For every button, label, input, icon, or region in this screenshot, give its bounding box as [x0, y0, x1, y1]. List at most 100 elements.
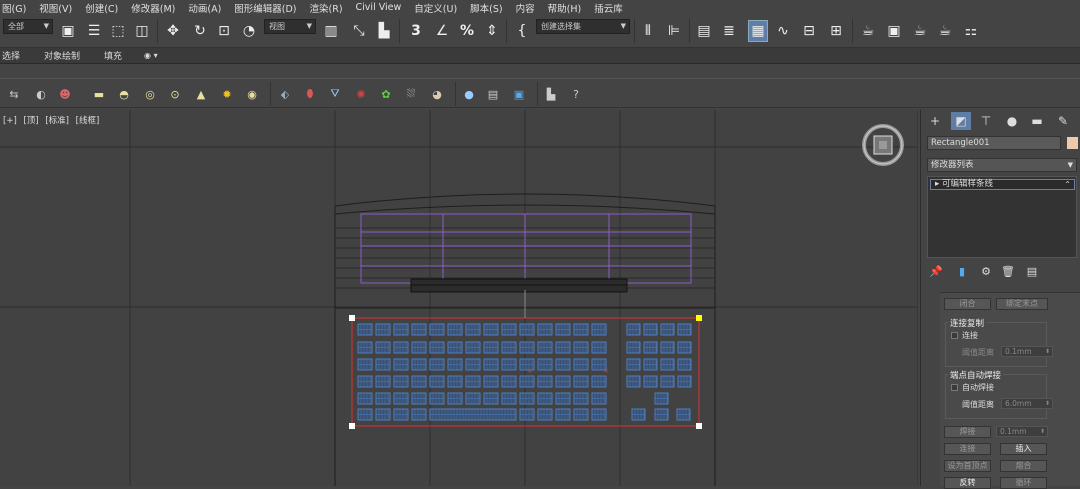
named-selection-dropdown[interactable]: 创建选择集 ▼ — [536, 19, 630, 34]
omni-light-icon[interactable]: ◉ — [244, 86, 260, 102]
menu-item[interactable]: 脚本(S) — [470, 1, 502, 15]
character-icon[interactable]: ☻ — [57, 86, 73, 102]
weld-button[interactable]: 焊接 — [944, 426, 991, 438]
scale-icon[interactable]: ⊡ — [214, 20, 234, 42]
menu-item[interactable]: 视图(V) — [39, 1, 72, 15]
menu-item[interactable]: Civil View — [356, 2, 402, 13]
material-editor-icon[interactable]: ☕ — [858, 20, 878, 42]
ribbon-tab-populate[interactable]: 填充 — [104, 49, 122, 62]
select-object-icon[interactable]: ▣ — [58, 20, 78, 42]
mirror-icon[interactable]: ⫴ — [638, 20, 658, 42]
help-icon[interactable]: ? — [568, 86, 584, 102]
curve-editor-icon[interactable]: ∿ — [773, 20, 793, 42]
modifier-list-dropdown[interactable]: 修改器列表 ▼ — [927, 158, 1077, 172]
render-frame-icon[interactable]: ☕ — [910, 20, 930, 42]
texture-icon[interactable]: ◕ — [429, 86, 445, 102]
utilities-tab-icon[interactable]: ✎ — [1053, 112, 1073, 130]
ribbon-options-icon[interactable]: ◉ ▾ — [144, 51, 158, 60]
ref-coord-dropdown[interactable]: 视图 ▼ — [264, 19, 316, 34]
connect-button[interactable]: 连接 — [944, 443, 991, 455]
mesh-icon[interactable]: ⬖ — [277, 86, 293, 102]
menu-item[interactable]: 渲染(R) — [310, 1, 343, 15]
viewport-label[interactable]: [+] [顶] [标准] [线框] — [3, 114, 103, 126]
hierarchy-tab-icon[interactable]: ⊤ — [976, 112, 996, 130]
snap-toggle-icon[interactable]: ⇆ — [6, 86, 22, 102]
move-icon[interactable]: ✥ — [163, 20, 183, 42]
eye-light-icon[interactable]: ⊙ — [167, 86, 183, 102]
menu-item[interactable]: 修改器(M) — [131, 1, 175, 15]
cycle-button[interactable]: 循环 — [1000, 477, 1047, 489]
menu-item[interactable]: 自定义(U) — [414, 1, 457, 15]
pivot-icon[interactable]: ▥ — [321, 20, 341, 42]
viewport-menu-label[interactable]: [+] — [3, 116, 17, 126]
frame-buffer-icon[interactable]: ▣ — [511, 86, 527, 102]
viewport-view-label[interactable]: [顶] — [23, 116, 38, 126]
spinner-snap-icon[interactable]: ⇕ — [482, 20, 502, 42]
angle-snap-icon[interactable]: ∠ — [432, 20, 452, 42]
render-production-icon[interactable]: ☕ — [935, 20, 955, 42]
edit-named-sel-icon[interactable]: { — [512, 20, 532, 42]
auto-weld-checkbox[interactable] — [951, 384, 958, 391]
menu-item[interactable]: 插云库 — [594, 1, 623, 15]
select-manipulate-icon[interactable]: ⤡ — [349, 20, 369, 42]
proxy-icon[interactable]: ⛛ — [327, 86, 343, 102]
rect-selection-icon[interactable]: ⬚ — [108, 20, 128, 42]
window-crossing-icon[interactable]: ◫ — [132, 20, 152, 42]
percent-snap-icon[interactable]: % — [457, 20, 477, 42]
rotate-icon[interactable]: ↻ — [190, 20, 210, 42]
dome-icon[interactable]: ◓ — [116, 86, 132, 102]
viewport-top[interactable]: × × [+] [顶] [标准] [线框] — [0, 110, 918, 486]
viewcube-icon[interactable] — [860, 122, 906, 168]
weld-threshold-spinner[interactable]: 6.0mm ⬍ — [1001, 398, 1053, 409]
weld-spinner[interactable]: 0.1mm ⬍ — [996, 426, 1048, 437]
plane-icon[interactable]: ▬ — [91, 86, 107, 102]
select-by-name-icon[interactable]: ☰ — [84, 20, 104, 42]
material-sphere-icon[interactable]: ● — [461, 86, 477, 102]
close-button[interactable]: 闭合 — [944, 298, 991, 310]
menu-item[interactable]: 创建(C) — [85, 1, 118, 15]
layer-explorer-icon[interactable]: ▤ — [694, 20, 714, 42]
reverse-button[interactable]: 反转 — [944, 477, 991, 489]
schematic-view-icon[interactable]: ⊞ — [826, 20, 846, 42]
configure-sets-icon[interactable]: ▤ — [1025, 264, 1039, 278]
layer-manager-icon[interactable]: ≣ — [719, 20, 739, 42]
scatter-icon[interactable]: ⛆ — [403, 86, 419, 102]
graphite-toggle-icon[interactable]: ▦ — [748, 20, 768, 42]
menu-item[interactable]: 图形编辑器(D) — [234, 1, 296, 15]
bind-endpoint-button[interactable]: 绑定末点 — [996, 298, 1048, 310]
place-icon[interactable]: ◔ — [239, 20, 259, 42]
align-icon[interactable]: ⊫ — [664, 20, 684, 42]
menu-item[interactable]: 帮助(H) — [548, 1, 582, 15]
snap-3d-icon[interactable]: 3 — [406, 20, 426, 42]
viewport-shading-label[interactable]: [标准] — [45, 116, 69, 126]
fur-icon[interactable]: ✺ — [353, 86, 369, 102]
create-tab-icon[interactable]: + — [925, 112, 945, 130]
fuse-button[interactable]: 熔合 — [1000, 460, 1047, 472]
selection-filter-dropdown[interactable]: 全部 ▼ — [3, 19, 53, 34]
stack-item-editable-spline[interactable]: ▸ 可编辑样条线 ⌃ — [930, 179, 1075, 190]
modify-tab-icon[interactable]: ◩ — [951, 112, 971, 130]
show-end-result-icon[interactable]: ▮ — [955, 264, 969, 278]
menu-item[interactable]: 内容 — [516, 1, 535, 15]
menu-item[interactable]: 图(G) — [2, 1, 26, 15]
connect-threshold-spinner[interactable]: 0.1mm ⬍ — [1001, 346, 1053, 357]
motion-tab-icon[interactable]: ● — [1002, 112, 1022, 130]
display-tab-icon[interactable]: ▬ — [1027, 112, 1047, 130]
object-name-field[interactable]: Rectangle001 — [927, 136, 1061, 150]
make-first-button[interactable]: 设为首顶点 — [944, 460, 991, 472]
render-setup-icon[interactable]: ▣ — [884, 20, 904, 42]
ribbon-tab-object-paint[interactable]: 对象绘制 — [44, 49, 80, 62]
ribbon-tab-select[interactable]: 选择 — [2, 49, 20, 62]
viewport-style-label[interactable]: [线框] — [76, 116, 100, 126]
spot-light-icon[interactable]: ▲ — [193, 86, 209, 102]
material-browser-icon[interactable]: ▤ — [485, 86, 501, 102]
insert-button[interactable]: 插入 — [1000, 443, 1047, 455]
render-iterative-icon[interactable]: ⚏ — [961, 20, 981, 42]
capsule-icon[interactable]: ⬮ — [302, 86, 318, 102]
connect-checkbox[interactable] — [951, 332, 958, 339]
modifier-stack[interactable]: ▸ 可编辑样条线 ⌃ — [927, 176, 1077, 258]
sun-icon[interactable]: ✹ — [219, 86, 235, 102]
sphere-light-icon[interactable]: ◎ — [142, 86, 158, 102]
pin-stack-icon[interactable]: 📌 — [929, 264, 943, 278]
plant-icon[interactable]: ✿ — [378, 86, 394, 102]
